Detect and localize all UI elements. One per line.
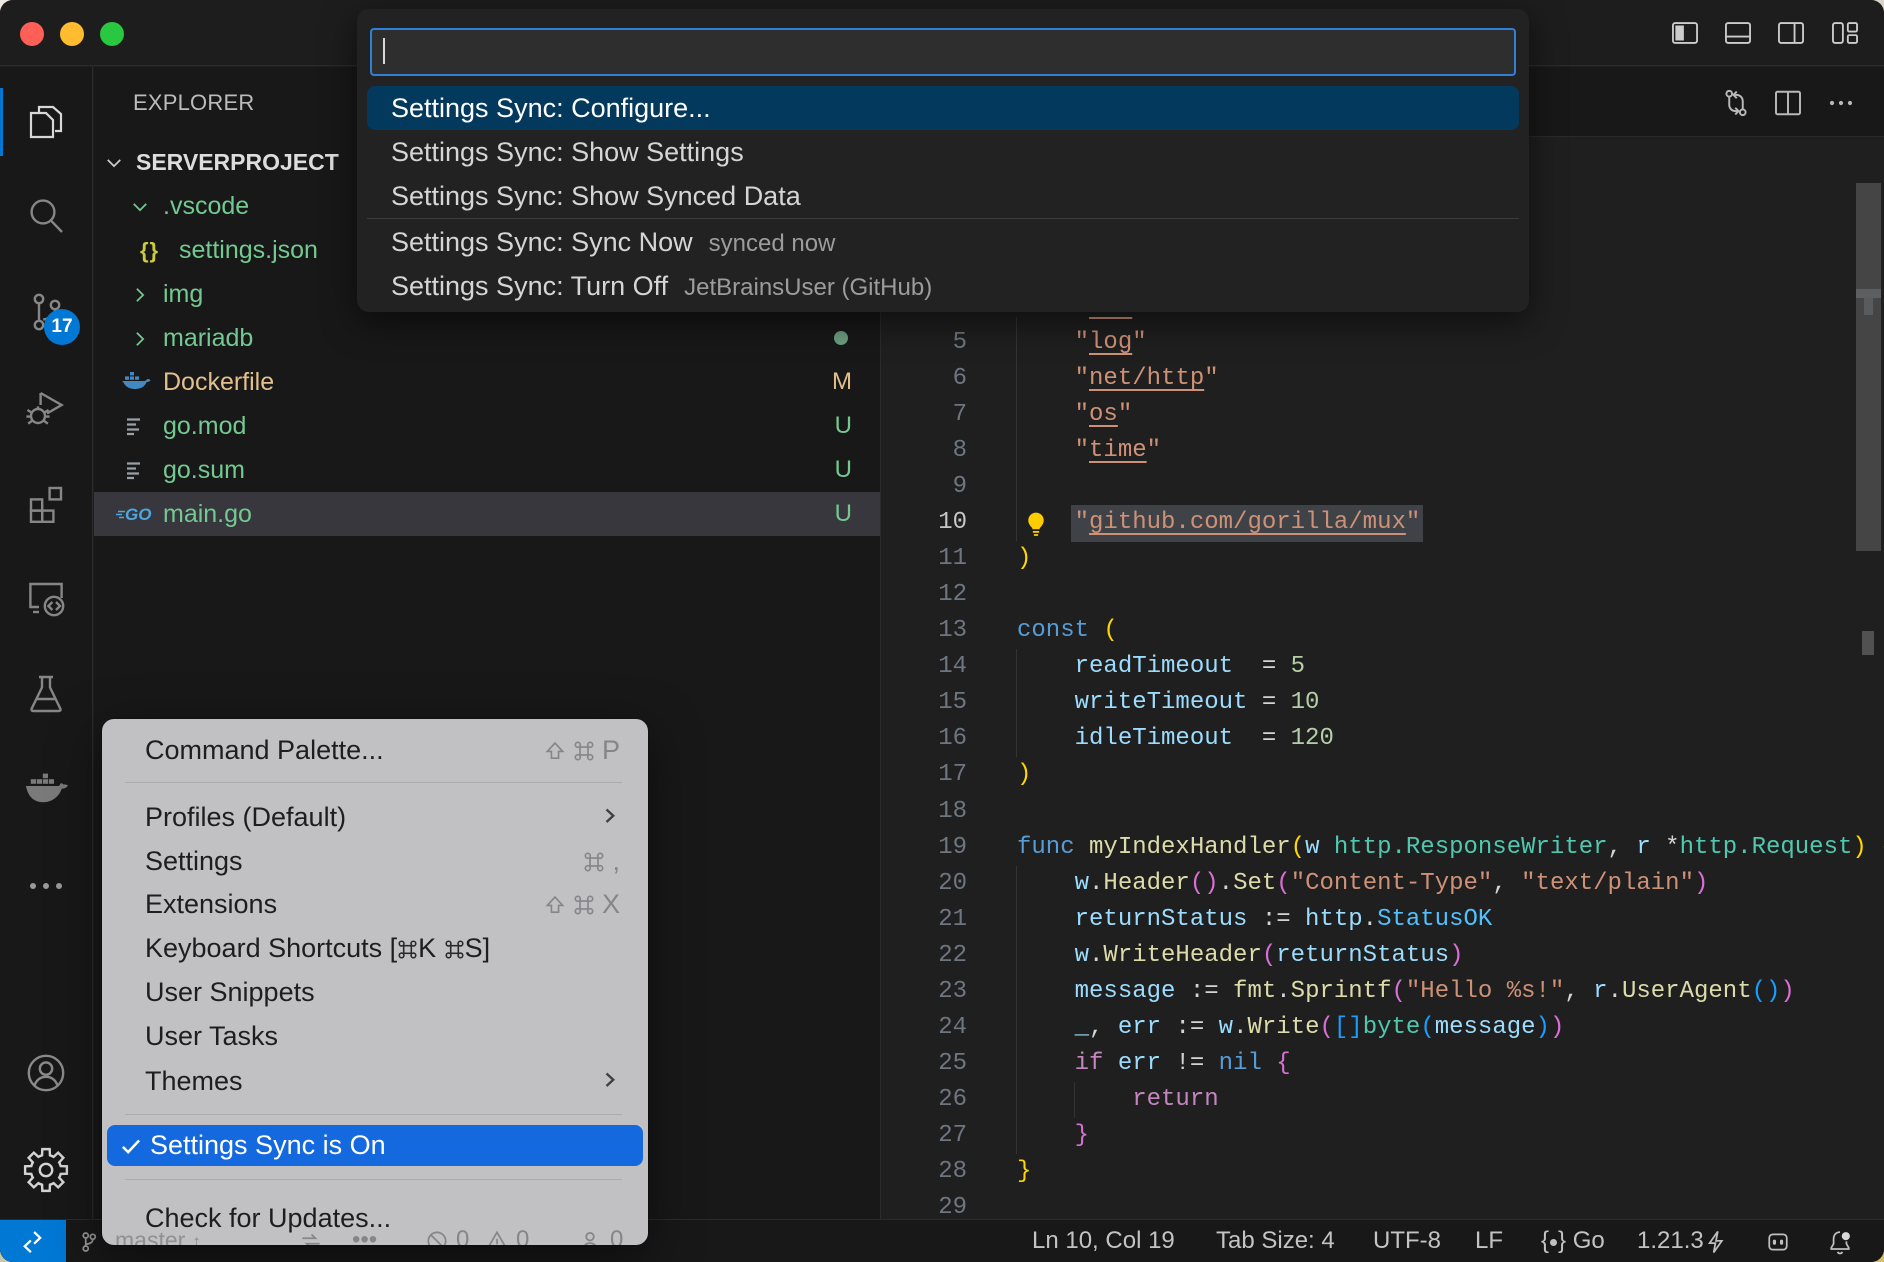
svg-text:GO: GO [125,505,151,524]
